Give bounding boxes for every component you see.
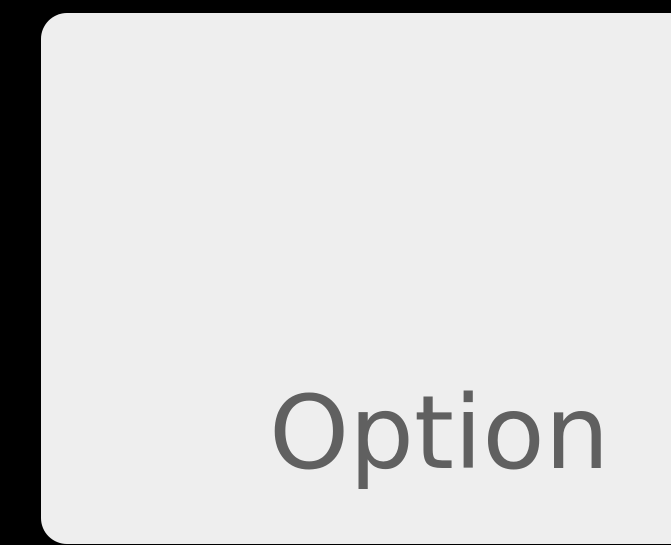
option-key-label: Option — [269, 374, 610, 493]
keyboard-view: Option — [0, 0, 671, 545]
option-key[interactable]: Option — [41, 13, 671, 544]
